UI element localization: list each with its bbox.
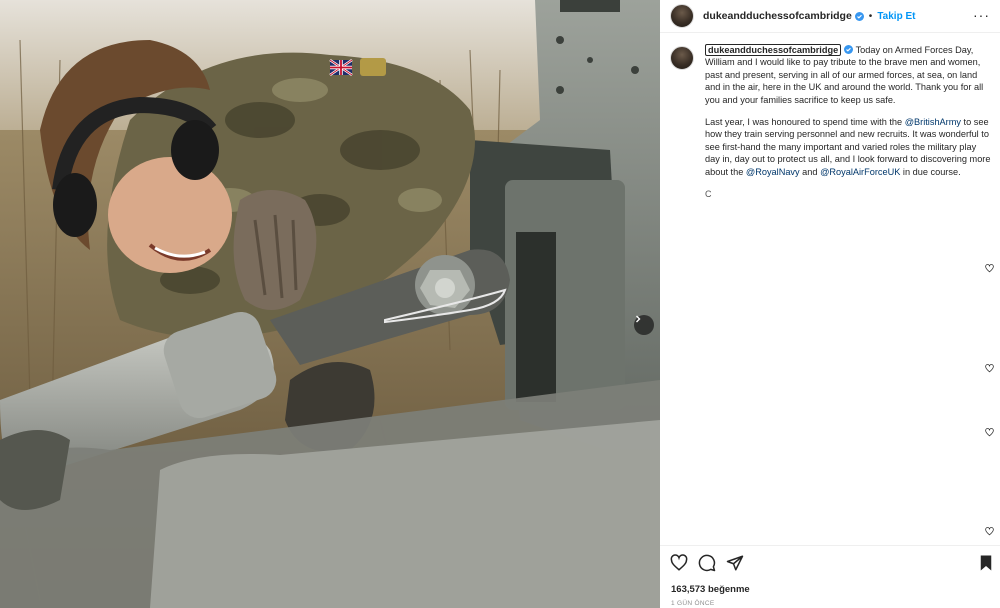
caption-avatar[interactable] <box>670 46 694 70</box>
paper-plane-icon[interactable] <box>726 554 744 572</box>
follow-button[interactable]: Takip Et <box>877 11 915 22</box>
caption-body: dukeandduchessofcambridge Today on Armed… <box>705 44 992 200</box>
header-separator: • <box>868 10 873 22</box>
comment-like-heart-icon[interactable] <box>985 264 994 273</box>
comment-icon[interactable] <box>698 554 716 572</box>
verified-badge-icon <box>854 11 864 21</box>
comment-like-heart-icon[interactable] <box>985 527 994 536</box>
post-header: dukeandduchessofcambridge • Takip Et ··· <box>660 0 1000 33</box>
caption-text-2d: in due course. <box>900 166 961 177</box>
post-caption: dukeandduchessofcambridge Today on Armed… <box>670 44 992 200</box>
header-username[interactable]: dukeandduchessofcambridge <box>703 10 852 22</box>
mention-british-army[interactable]: @BritishArmy <box>905 117 961 127</box>
mention-royal-air-force[interactable]: @RoyalAirForceUK <box>820 167 900 177</box>
caption-paragraph-1: dukeandduchessofcambridge Today on Armed… <box>705 44 992 106</box>
divider <box>660 545 1000 546</box>
bookmark-icon[interactable] <box>977 554 995 572</box>
verified-badge-icon <box>844 45 854 54</box>
chevron-right-icon <box>636 315 641 323</box>
more-options-button[interactable]: ··· <box>973 7 990 23</box>
comment-like-heart-icon[interactable] <box>985 428 994 437</box>
post-sidebar: dukeandduchessofcambridge • Takip Et ···… <box>660 0 1000 608</box>
caption-username[interactable]: dukeandduchessofcambridge <box>705 44 842 56</box>
heart-icon[interactable] <box>670 554 688 572</box>
caption-text-2c: and <box>799 166 821 177</box>
likes-count[interactable]: 163,573 beğenme <box>671 584 750 595</box>
post-timestamp[interactable]: 1 GÜN ÖNCE <box>671 600 714 607</box>
post-actions <box>670 552 995 574</box>
next-photo-button[interactable] <box>634 315 654 335</box>
caption-trailing-text: C <box>705 189 712 200</box>
comment-like-heart-icon[interactable] <box>985 364 994 373</box>
avatar[interactable] <box>670 4 694 28</box>
photo-illustration <box>0 0 660 608</box>
caption-paragraph-2: Last year, I was honoured to spend time … <box>705 116 992 178</box>
caption-text-2a: Last year, I was honoured to spend time … <box>705 117 905 128</box>
post-photo[interactable] <box>0 0 660 608</box>
mention-royal-navy[interactable]: @RoyalNavy <box>746 167 800 177</box>
